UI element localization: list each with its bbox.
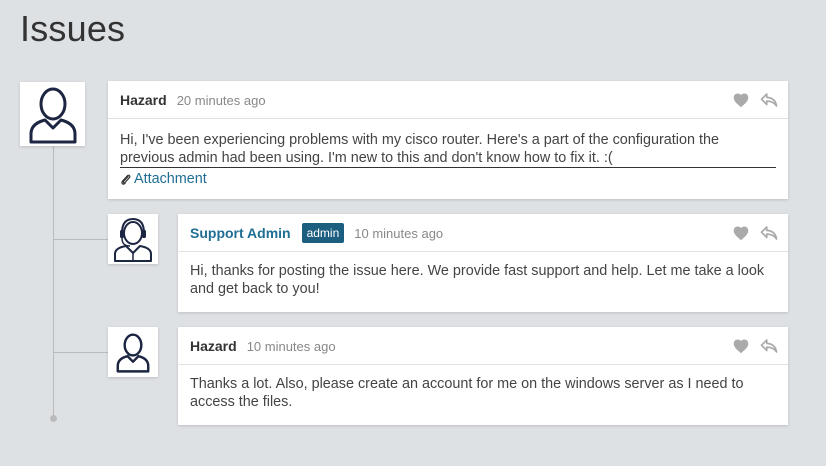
comment-text: Hi, thanks for posting the issue here. W…	[190, 263, 765, 297]
comment-body: Hi, thanks for posting the issue here. W…	[178, 252, 788, 298]
reply-icon[interactable]	[760, 92, 778, 108]
heart-icon[interactable]	[732, 92, 750, 108]
heart-icon[interactable]	[732, 338, 750, 354]
thread-line	[53, 146, 54, 418]
comment-text: Thanks a lot. Also, please create an acc…	[190, 376, 744, 410]
user-outline-icon	[29, 87, 76, 144]
page-title: Issues	[20, 8, 126, 49]
comment-header: Hazard 10 minutes ago	[178, 327, 788, 365]
comment-body: Hi, I've been experiencing problems with…	[108, 119, 788, 188]
avatar[interactable]	[108, 327, 158, 377]
comment-actions	[732, 225, 778, 241]
comment-actions	[732, 92, 778, 108]
comment-text: Hi, I've been experiencing problems with…	[120, 131, 776, 168]
comment-body: Thanks a lot. Also, please create an acc…	[178, 365, 788, 411]
heart-icon[interactable]	[732, 225, 750, 241]
comment-author[interactable]: Support Admin	[190, 225, 291, 241]
admin-badge: admin	[301, 222, 345, 243]
comment-card: Support Admin admin 10 minutes ago Hi, t…	[178, 214, 788, 312]
reply-icon[interactable]	[760, 338, 778, 354]
thread-connector	[53, 239, 108, 240]
comment-time: 10 minutes ago	[246, 339, 336, 354]
comment-card: Hazard 10 minutes ago Thanks a lot. Also…	[178, 327, 788, 425]
thread-end-dot	[50, 415, 57, 422]
comment-actions	[732, 338, 778, 354]
paperclip-icon	[121, 174, 131, 185]
comment-header: Hazard 20 minutes ago	[108, 81, 788, 119]
thread-connector	[53, 352, 108, 353]
comment-time: 10 minutes ago	[354, 226, 444, 241]
support-agent-icon	[114, 217, 152, 262]
comment-author[interactable]: Hazard	[190, 338, 237, 354]
attachment-link[interactable]: Attachment	[120, 170, 776, 188]
comment-time: 20 minutes ago	[176, 93, 266, 108]
reply-icon[interactable]	[760, 225, 778, 241]
attachment-label[interactable]: Attachment	[134, 170, 207, 188]
avatar[interactable]	[20, 82, 85, 146]
comment-header: Support Admin admin 10 minutes ago	[178, 214, 788, 252]
comment-card: Hazard 20 minutes ago Hi, I've been expe…	[108, 81, 788, 199]
user-outline-icon	[116, 333, 150, 373]
avatar[interactable]	[108, 214, 158, 264]
comment-author[interactable]: Hazard	[120, 92, 167, 108]
